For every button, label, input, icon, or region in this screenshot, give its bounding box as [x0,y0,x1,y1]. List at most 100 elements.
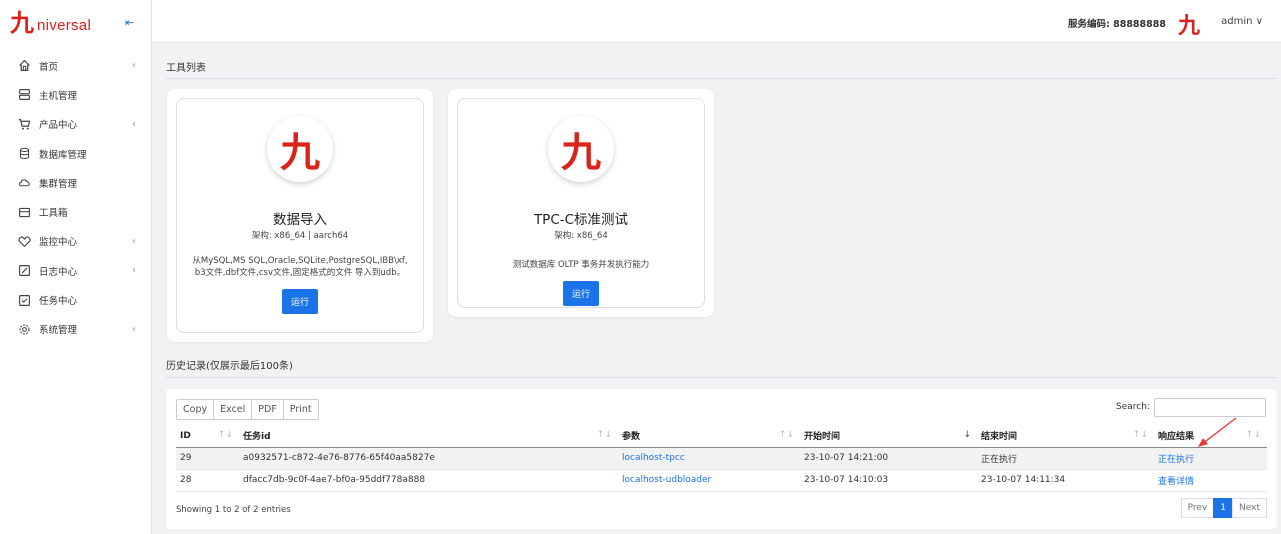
tool-arch: 架构: x86_64 [554,231,608,241]
cell-id: 28 [176,469,239,492]
sidebar-item-label: 日志中心 [39,266,78,278]
sidebar-item-hosts[interactable]: 主机管理 [0,80,151,109]
annotation-arrow-icon [1198,417,1237,447]
column-header-end[interactable]: 结束时间 ↑↓ [977,425,1154,448]
sidebar-item-label: 任务中心 [39,296,78,308]
column-header-start[interactable]: 开始时间 ↓ [800,425,977,448]
print-button[interactable]: Print [282,399,319,420]
database-icon [17,147,31,161]
service-code: 服务编码: 88888888 [1068,19,1166,30]
cloud-icon [17,176,31,190]
chevron-down-icon: ∨ [1255,16,1263,27]
sidebar-item-label: 监控中心 [39,237,78,249]
column-header-task-id[interactable]: 任务id ↑↓ [239,425,618,448]
tool-card-body: 九 TPC-C标准测试 架构: x86_64 测试数据库 OLTP 事务并发执行… [457,98,705,308]
param-link[interactable]: localhost-udbloader [618,469,800,492]
sidebar-item-label: 主机管理 [39,90,78,102]
divider [166,377,1277,378]
next-page-button[interactable]: Next [1232,498,1267,518]
chevron-left-icon: ‹ [132,60,136,72]
sidebar-item-tasks[interactable]: 任务中心 [0,285,151,314]
history-panel: Copy Excel PDF Print Search: ID ↑↓ 任务id ↑↓… [166,389,1277,529]
sidebar-item-system[interactable]: 系统管理 ‹ [0,315,151,344]
sidebar-item-monitor[interactable]: 监控中心 ‹ [0,227,151,256]
tool-description: 从MySQL,MS SQL,Oracle,SQLite,PostgreSQL,I… [192,256,408,278]
tool-logo: 九 [548,116,614,182]
cell-end: 23-10-07 14:11:34 [977,469,1154,492]
sidebar-item-toolbox[interactable]: 工具箱 [0,197,151,226]
user-name: admin [1221,16,1253,27]
run-button[interactable]: 运行 [281,289,318,314]
server-icon [17,88,31,102]
cart-icon [17,117,31,131]
sidebar-item-label: 系统管理 [39,325,78,337]
gear-icon [17,322,31,336]
copy-button[interactable]: Copy [176,399,215,420]
cell-start: 23-10-07 14:21:00 [800,447,977,470]
brand[interactable]: 九 niversal [10,9,91,37]
sort-icon: ↑↓ [778,430,794,440]
export-buttons: Copy Excel PDF Print [176,399,319,420]
sort-icon: ↑↓ [1245,430,1261,440]
sidebar-item-logs[interactable]: 日志中心 ‹ [0,256,151,285]
cell-start: 23-10-07 14:10:03 [800,469,977,492]
brand-name: niversal [37,16,92,34]
sort-icon: ↑↓ [1132,430,1148,440]
tool-title: 数据导入 [273,212,327,228]
tool-card-body: 九 数据导入 架构: x86_64 | aarch64 从MySQL,MS SQ… [176,98,424,333]
cell-task-id: dfacc7db-9c0f-4ae7-bf0a-95ddf778a888 [239,469,618,492]
param-link[interactable]: localhost-tpcc [618,447,800,470]
page-button[interactable]: 1 [1213,498,1234,518]
prev-page-button[interactable]: Prev [1180,498,1215,518]
home-icon [17,59,31,73]
sidebar-item-label: 集群管理 [39,178,78,190]
edit-icon [17,264,31,278]
pagination: Prev 1 Next [1180,498,1267,518]
divider [166,78,1277,79]
sidebar-item-label: 工具箱 [39,208,68,220]
sidebar-item-home[interactable]: 首页 ‹ [0,51,151,80]
sidebar-item-label: 首页 [39,61,59,73]
sidebar-item-cluster[interactable]: 集群管理 [0,168,151,197]
tool-card: 九 数据导入 架构: x86_64 | aarch64 从MySQL,MS SQ… [167,89,433,342]
sort-icon: ↑↓ [217,430,233,440]
history-table: ID ↑↓ 任务id ↑↓ 参数 ↑↓ 开始时间 ↓ 结束时间 ↑↓ 响应结果 ↑↓ 29 … [176,425,1267,492]
column-header-id[interactable]: ID ↑↓ [176,425,239,448]
brand-logo: 九 [10,8,34,37]
chevron-left-icon: ‹ [132,118,136,130]
cell-task-id: a0932571-c872-4e76-8776-65f40aa5827e [239,447,618,470]
sidebar: 九 niversal ⇤ 首页 ‹ 主机管理 产品中心 ‹ 数据库管理 集群管理… [0,0,152,534]
table-row: 29 a0932571-c872-4e76-8776-65f40aa5827e … [176,447,1267,470]
excel-button[interactable]: Excel [213,399,253,420]
user-menu[interactable]: admin ∨ [1221,16,1263,27]
tool-description: 测试数据库 OLTP 事务并发执行能力 [512,260,650,270]
sort-desc-icon: ↓ [963,430,971,440]
tools-section-title: 工具列表 [166,63,206,74]
tool-title: TPC-C标准测试 [533,212,629,228]
sidebar-item-database[interactable]: 数据库管理 [0,139,151,168]
cell-id: 29 [176,447,239,470]
chevron-left-icon: ‹ [132,235,136,247]
top-header: 服务编码: 88888888 九 admin ∨ [152,0,1281,43]
collapse-sidebar-icon[interactable]: ⇤ [125,16,134,29]
table-info: Showing 1 to 2 of 2 entries [176,505,291,515]
run-button[interactable]: 运行 [562,281,599,306]
header-logo: 九 [1177,13,1200,39]
tool-card: 九 TPC-C标准测试 架构: x86_64 测试数据库 OLTP 事务并发执行… [448,89,714,317]
tool-arch: 架构: x86_64 | aarch64 [251,231,349,241]
sidebar-nav: 首页 ‹ 主机管理 产品中心 ‹ 数据库管理 集群管理 工具箱 监控中心 ‹ 日… [0,51,151,344]
clipboard-check-icon [17,293,31,307]
chevron-left-icon: ‹ [132,323,136,335]
sidebar-item-label: 数据库管理 [39,149,87,161]
sort-icon: ↑↓ [596,430,612,440]
cell-end: 正在执行 [977,447,1154,470]
pdf-button[interactable]: PDF [251,399,284,420]
tool-logo: 九 [267,116,333,182]
search-label: Search: [1116,402,1150,412]
result-link[interactable]: 查看详情 [1154,469,1267,492]
column-header-param[interactable]: 参数 ↑↓ [618,425,800,448]
sidebar-item-products[interactable]: 产品中心 ‹ [0,110,151,139]
toolbox-icon [17,205,31,219]
table-row: 28 dfacc7db-9c0f-4ae7-bf0a-95ddf778a888 … [176,469,1267,492]
heart-icon [17,234,31,248]
